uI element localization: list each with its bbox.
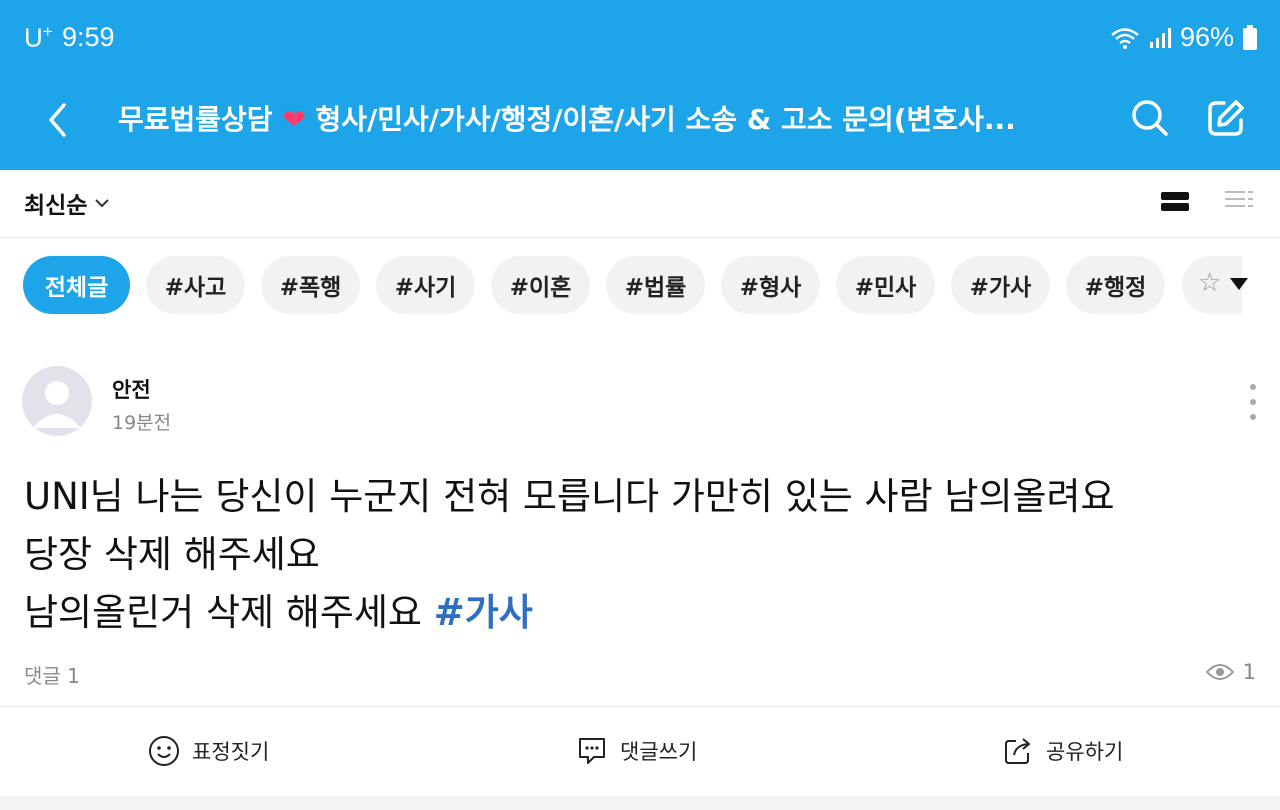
page-title: 무료법률상담 ❤ 형사/민사/가사/행정/이혼/사기 소송 & 고소 문의(변호… <box>118 98 1098 142</box>
card-view-button[interactable] <box>1160 190 1190 218</box>
tag-chip[interactable]: #형사 <box>721 256 820 314</box>
status-bar: U+ 9:59 96% <box>0 0 1280 76</box>
comment-button[interactable]: 댓글쓰기 <box>576 729 697 773</box>
status-icons: 96% <box>1110 22 1258 53</box>
hashtag-link[interactable]: #가사 <box>434 591 533 634</box>
more-options-button[interactable] <box>1240 384 1266 420</box>
share-label: 공유하기 <box>1046 740 1124 764</box>
post-body[interactable]: UNI님 나는 당신이 누군지 전혀 모릅니다 가만히 있는 사람 남의올려요 … <box>24 468 1254 642</box>
dot-icon <box>1250 414 1256 420</box>
chevron-down-icon <box>95 199 110 208</box>
chevron-left-icon <box>49 103 66 137</box>
card-view-icon <box>1161 192 1189 211</box>
heart-icon: ❤ <box>282 103 306 136</box>
sort-bar: 최신순 <box>0 170 1280 238</box>
post-line: 남의올린거 삭제 해주세요 #가사 <box>24 584 1254 642</box>
back-button[interactable] <box>36 98 80 142</box>
action-bar: 표정짓기 댓글쓰기 공유하기 <box>0 707 1280 795</box>
view-count-value: 1 <box>1242 660 1256 684</box>
app-header: U+ 9:59 96% 무료법률상담 ❤ 형사/민사/가사/행정/이혼/사기 소… <box>0 0 1280 170</box>
post-meta: 댓글 1 1 <box>24 660 1256 690</box>
tag-more-button[interactable]: ☆ <box>1182 256 1280 314</box>
battery-percent: 96% <box>1179 22 1234 52</box>
battery-icon <box>1242 24 1258 51</box>
comment-label: 댓글쓰기 <box>620 740 698 764</box>
nav-row: 무료법률상담 ❤ 형사/민사/가사/행정/이혼/사기 소송 & 고소 문의(변호… <box>0 76 1280 170</box>
share-icon <box>1005 738 1030 764</box>
tag-chip[interactable]: #법률 <box>606 256 705 314</box>
title-text: 무료법률상담 <box>118 103 273 136</box>
next-post-separator <box>0 796 1280 810</box>
tag-chip[interactable]: #행정 <box>1066 256 1165 314</box>
sort-label: 최신순 <box>24 193 88 219</box>
smile-icon <box>149 736 179 766</box>
post-line: 당장 삭제 해주세요 <box>24 533 320 576</box>
user-placeholder-icon <box>33 381 81 428</box>
tag-chip[interactable]: #민사 <box>836 256 935 314</box>
post-header: 안전 19분전 <box>0 364 1280 438</box>
author-name[interactable]: 안전 <box>112 374 151 404</box>
carrier-plus: + <box>42 22 53 41</box>
tag-chip[interactable]: #이혼 <box>491 256 590 314</box>
view-count: 1 <box>1205 660 1256 684</box>
search-icon <box>1132 100 1168 136</box>
tag-chip-all[interactable]: 전체글 <box>23 256 130 314</box>
react-label: 표정짓기 <box>192 740 270 764</box>
caret-down-icon <box>1230 278 1248 290</box>
post-line-text: 남의올린거 삭제 해주세요 <box>24 591 434 634</box>
pencil-icon <box>1208 100 1244 136</box>
title-text-rest: 형사/민사/가사/행정/이혼/사기 소송 & 고소 문의(변호사... <box>305 103 1016 136</box>
list-view-button[interactable] <box>1224 188 1254 218</box>
comment-icon <box>579 738 605 764</box>
post-time: 19분전 <box>112 412 172 434</box>
avatar[interactable] <box>22 366 92 436</box>
tag-chip[interactable]: #폭행 <box>261 256 360 314</box>
tag-chip[interactable]: #사고 <box>146 256 245 314</box>
sort-dropdown[interactable]: 최신순 <box>24 186 111 220</box>
write-button[interactable] <box>1204 96 1248 140</box>
comment-count[interactable]: 댓글 1 <box>24 664 80 688</box>
signal-icon <box>1148 26 1172 50</box>
dot-icon <box>1250 384 1256 390</box>
carrier-label: U+ <box>24 22 53 54</box>
clock: 9:59 <box>62 22 115 52</box>
star-icon: ☆ <box>1198 268 1222 298</box>
tag-chip[interactable]: #가사 <box>951 256 1050 314</box>
dot-icon <box>1250 399 1256 405</box>
list-view-icon <box>1225 191 1253 207</box>
wifi-icon <box>1110 26 1140 50</box>
tag-filter-row: 전체글 #사고 #폭행 #사기 #이혼 #법률 #형사 #민사 #가사 #행정 … <box>0 256 1280 316</box>
share-button[interactable]: 공유하기 <box>1002 729 1123 773</box>
post-line: UNI님 나는 당신이 누군지 전혀 모릅니다 가만히 있는 사람 남의올려요 <box>24 475 1115 518</box>
react-button[interactable]: 표정짓기 <box>148 729 269 773</box>
search-button[interactable] <box>1128 96 1172 140</box>
carrier-text: U <box>24 22 43 53</box>
tag-chip[interactable]: #사기 <box>376 256 475 314</box>
eye-icon <box>1205 664 1234 680</box>
